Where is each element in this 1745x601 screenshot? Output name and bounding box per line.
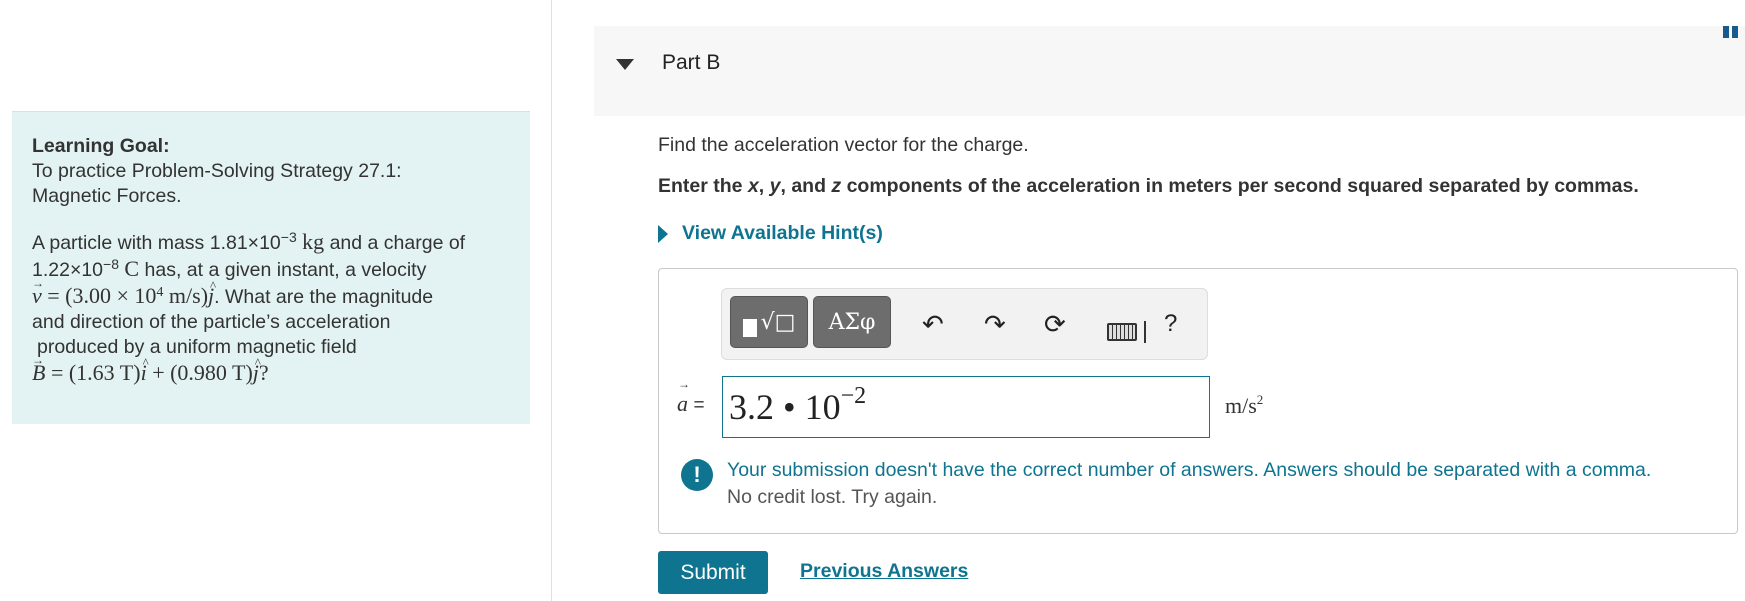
redo-icon[interactable]: ↷	[984, 311, 1006, 337]
view-hints-label: View Available Hint(s)	[682, 222, 883, 244]
problem-line-5: produced by a uniform magnetic field	[37, 336, 357, 358]
alert-icon: !	[681, 459, 713, 491]
problem-line-6: B = (1.63 T)i + (0.980 T)j?	[32, 348, 510, 387]
feedback-sub-text: No credit lost. Try again.	[727, 486, 938, 508]
problem-line-3: v = (3.00 × 104 m/s)j. What are the magn…	[32, 271, 510, 310]
view-hints-link[interactable]: View Available Hint(s)	[658, 222, 883, 245]
learning-goal-text-2: Magnetic Forces.	[32, 185, 182, 207]
velocity-expression: v = (3.00 × 104 m/s)j	[32, 271, 216, 308]
greek-symbols-button[interactable]: ΑΣφ	[813, 296, 891, 348]
help-button[interactable]: ?	[1164, 311, 1177, 337]
answer-area: √□ ΑΣφ ↶ ↷ ⟳ ? a = 3.2 • 10−2 m/s2 ! You…	[658, 268, 1738, 534]
feedback-message: ! Your submission doesn't have the corre…	[681, 457, 1651, 511]
learning-goal-title: Learning Goal:	[32, 135, 170, 157]
previous-answers-link[interactable]: Previous Answers	[800, 560, 968, 583]
panel-divider	[551, 0, 552, 601]
radical-icon: √□	[760, 309, 796, 335]
magnetic-field-expression: B = (1.63 T)i + (0.980 T)j?	[32, 348, 269, 385]
template-block-icon	[742, 319, 757, 337]
answer-variable-label: a =	[677, 377, 705, 417]
templates-button[interactable]: √□	[730, 296, 808, 348]
problem-line-2: 1.22×10−8 C has, at a given instant, a v…	[32, 256, 427, 281]
toolbar-separator	[1144, 321, 1146, 343]
math-toolbar: √□ ΑΣφ ↶ ↷ ⟳ ?	[721, 288, 1208, 360]
submit-button[interactable]: Submit	[658, 551, 768, 594]
part-b-header[interactable]: Part B	[594, 26, 1745, 116]
part-title: Part B	[662, 51, 721, 74]
undo-icon[interactable]: ↶	[922, 311, 944, 337]
feedback-main-text: Your submission doesn't have the correct…	[727, 459, 1652, 481]
keyboard-icon[interactable]	[1107, 323, 1137, 341]
answer-input[interactable]: 3.2 • 10−2	[722, 376, 1210, 438]
instruction-text: Enter the x, y, and z components of the …	[658, 175, 1639, 197]
corner-bookmark-icon	[1723, 26, 1745, 38]
learning-goal-text-1: To practice Problem-Solving Strategy 27.…	[32, 160, 402, 182]
problem-statement: A particle with mass 1.81×10−3 kg and a …	[32, 229, 510, 387]
reset-icon[interactable]: ⟳	[1044, 311, 1066, 337]
answer-unit: m/s2	[1225, 392, 1264, 418]
learning-goal-panel: Learning Goal: To practice Problem-Solvi…	[12, 111, 530, 424]
collapse-caret-icon[interactable]	[616, 59, 634, 70]
caret-right-icon	[658, 224, 668, 243]
problem-line-1: A particle with mass 1.81×10−3 kg and a …	[32, 229, 466, 254]
question-text: Find the acceleration vector for the cha…	[658, 134, 1029, 156]
problem-line-4: and direction of the particle’s accelera…	[32, 311, 391, 333]
